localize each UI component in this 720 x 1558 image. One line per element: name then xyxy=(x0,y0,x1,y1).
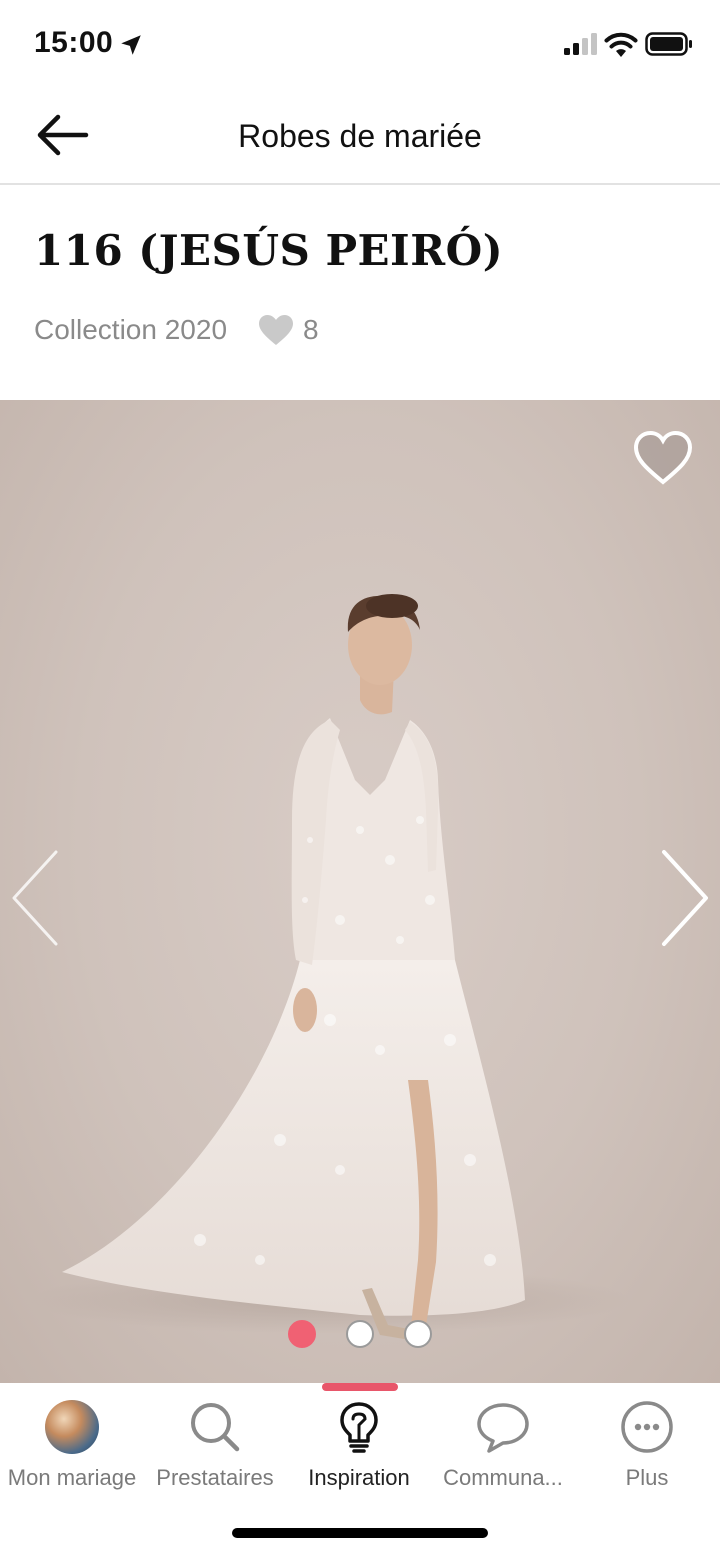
tab-communaute[interactable]: Communa... xyxy=(431,1399,575,1499)
avatar xyxy=(45,1400,99,1454)
tab-inspiration[interactable]: Inspiration xyxy=(287,1399,431,1499)
tab-mon-mariage[interactable]: Mon mariage xyxy=(0,1399,144,1499)
dress-photo xyxy=(30,594,630,1340)
tab-label: Inspiration xyxy=(308,1465,410,1490)
status-bar: 15:00 xyxy=(0,0,720,90)
wifi-icon xyxy=(604,32,638,57)
cellular-signal-icon xyxy=(564,33,597,55)
battery-icon xyxy=(645,32,692,56)
next-image-button[interactable] xyxy=(656,848,712,948)
lightbulb-icon xyxy=(340,1402,378,1453)
pagination-dot-2[interactable] xyxy=(346,1320,374,1348)
tab-plus[interactable]: Plus xyxy=(575,1399,719,1499)
dress-title: 116 (JESÚS PEIRÓ) xyxy=(34,226,504,275)
search-icon xyxy=(191,1403,240,1452)
navigation-bar: Robes de mariée xyxy=(0,90,720,185)
collection-label: Collection 2020 xyxy=(34,314,228,345)
dress-meta: Collection 2020 8 xyxy=(34,310,319,350)
tab-label: Prestataires xyxy=(156,1465,274,1490)
tab-label: Plus xyxy=(625,1465,669,1490)
location-arrow-icon xyxy=(121,35,141,55)
chat-bubble-icon xyxy=(477,1403,529,1453)
previous-image-button[interactable] xyxy=(8,848,64,948)
tab-prestataires[interactable]: Prestataires xyxy=(143,1399,287,1499)
pagination-dot-1[interactable] xyxy=(288,1320,316,1348)
image-gallery[interactable] xyxy=(0,400,720,1383)
tab-label: Communa... xyxy=(443,1465,563,1490)
tab-label: Mon mariage xyxy=(7,1465,137,1490)
status-time: 15:00 xyxy=(34,26,114,59)
home-indicator[interactable] xyxy=(232,1528,488,1538)
likes-count: 8 xyxy=(303,314,319,345)
gallery-pagination xyxy=(0,1320,720,1348)
active-tab-indicator xyxy=(322,1383,398,1391)
page-title: Robes de mariée xyxy=(238,118,482,154)
favorite-heart-button[interactable] xyxy=(632,430,694,486)
heart-icon xyxy=(257,313,295,347)
pagination-dot-3[interactable] xyxy=(404,1320,432,1348)
more-dots-icon xyxy=(621,1401,673,1453)
